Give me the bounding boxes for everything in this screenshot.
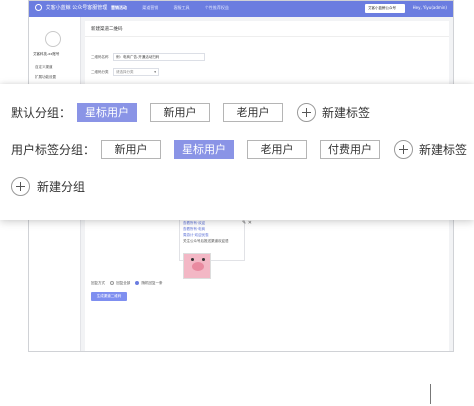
radio-reply-all[interactable] <box>110 281 115 285</box>
message-link[interactable]: 周游计·欢迎优惠 <box>183 233 209 238</box>
whale-logo-icon <box>35 4 42 11</box>
tag-new-user[interactable]: 新用户 <box>101 140 161 159</box>
message-text: 关注公众号后推送渠道欢迎语 <box>183 239 229 243</box>
add-tag-button[interactable]: 新建标签 <box>419 141 467 158</box>
qrcode-type-label: 二维码分类 <box>91 70 109 74</box>
chevron-down-icon: ▾ <box>154 70 156 74</box>
radio-reply-random[interactable] <box>135 281 140 285</box>
tag-starred-user[interactable]: 星标用户 <box>77 103 137 122</box>
tag-old-user[interactable]: 老用户 <box>247 140 307 159</box>
tag-starred-user[interactable]: 星标用户 <box>174 140 234 159</box>
close-icon[interactable]: ✕ <box>248 220 252 226</box>
title-divider <box>85 36 449 37</box>
thumbnail-eye <box>202 258 205 261</box>
logo-text: 艾客小蓝鲸 <box>45 5 71 11</box>
add-tag-plus-icon[interactable] <box>297 103 316 122</box>
reply-mode-label: 回复方式 <box>91 281 105 285</box>
qrcode-name-label: 二维码名称 <box>91 55 109 59</box>
account-select[interactable]: 艾客小蓝鲸公众号 <box>365 4 405 13</box>
nav-item-marketing[interactable]: 营销活动 <box>111 5 127 10</box>
type-select-placeholder: 请选择分类 <box>116 70 134 74</box>
logo-subtitle: 公众号客服管理 <box>72 5 108 11</box>
top-nav: 营销活动 渠道营销 客服工具 个性推荐权益 <box>111 5 243 11</box>
nav-item-recommend[interactable]: 个性推荐权益 <box>205 5 229 10</box>
generate-qrcode-button[interactable]: 生成渠道二维码 <box>91 292 127 301</box>
nav-item-service[interactable]: 客服工具 <box>174 5 190 10</box>
qrcode-name-input[interactable]: 例：电商广告-开通活动扫码 <box>113 53 205 61</box>
top-navigation-bar: 艾客小蓝鲸 公众号客服管理 营销活动 渠道营销 客服工具 个性推荐权益 艾客小蓝… <box>29 1 453 17</box>
message-link[interactable]: 查看所有·电商 <box>183 227 205 232</box>
default-group-label: 默认分组： <box>11 106 72 120</box>
user-tag-group-label: 用户标签分组： <box>11 143 96 157</box>
page-title: 新建渠道二维码 <box>91 27 123 32</box>
message-tools: ✎ ✕ <box>242 220 252 226</box>
text-cursor <box>430 384 431 404</box>
thumbnail-snout <box>192 262 204 271</box>
edit-icon[interactable]: ✎ <box>242 220 246 226</box>
add-tag-button[interactable]: 新建标签 <box>322 104 370 121</box>
tag-new-user[interactable]: 新用户 <box>150 103 210 122</box>
sidebar-account-name: 艾客科技-xx账号 <box>33 52 60 56</box>
app-logo[interactable]: 艾客小蓝鲸 公众号客服管理 <box>35 4 107 11</box>
sidebar-item-settings[interactable]: 扩展功能设置 <box>35 75 56 80</box>
tag-group-panel: 默认分组： 星标用户 新用户 老用户 新建标签 用户标签分组： 新用户 星标用户… <box>0 84 474 220</box>
reply-mode-row: 回复方式 回复全部 随机回复一条 <box>91 281 163 286</box>
radio-reply-random-label: 随机回复一条 <box>141 281 163 285</box>
add-group-plus-icon[interactable] <box>11 177 30 196</box>
account-avatar <box>45 31 61 47</box>
thumbnail-eye <box>191 258 194 261</box>
qrcode-type-select[interactable]: 请选择分类 ▾ <box>113 68 159 76</box>
tag-paid-user[interactable]: 付费用户 <box>320 140 380 159</box>
add-tag-plus-icon[interactable] <box>394 140 413 159</box>
user-menu[interactable]: Hey, Yiyu(admin) <box>413 5 447 10</box>
message-link[interactable]: 查看所有·欢迎 <box>183 221 205 226</box>
add-group-button[interactable]: 新建分组 <box>37 178 85 195</box>
sidebar-item-channel[interactable]: 自定义渠道 <box>35 65 53 70</box>
image-thumbnail[interactable] <box>183 253 211 279</box>
nav-item-channel[interactable]: 渠道营销 <box>142 5 158 10</box>
radio-reply-all-label: 回复全部 <box>116 281 131 285</box>
tag-old-user[interactable]: 老用户 <box>223 103 283 122</box>
